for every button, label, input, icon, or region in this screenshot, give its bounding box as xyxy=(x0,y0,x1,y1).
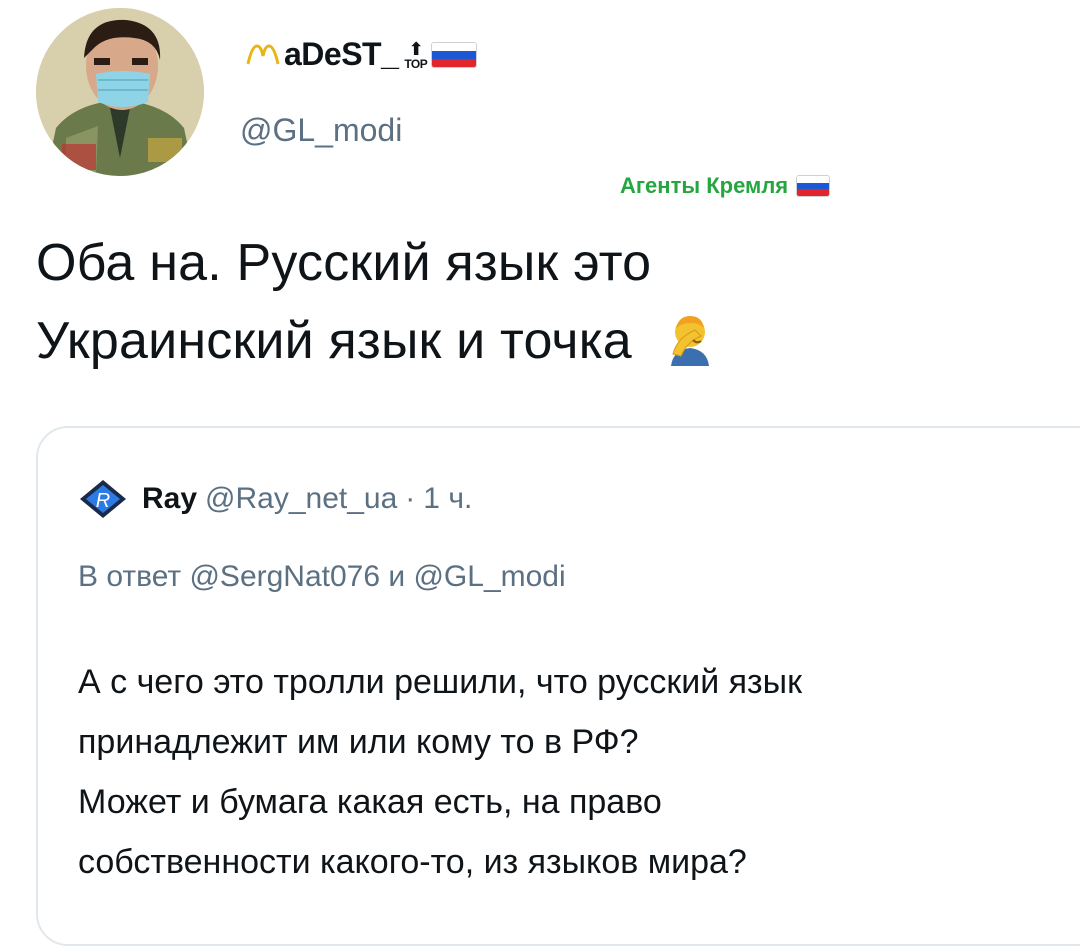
quoted-text-line: принадлежит им или кому то в РФ? xyxy=(78,723,639,761)
quoted-text-line: Может и бумага какая есть, на право xyxy=(78,783,662,821)
quoted-user-handle[interactable]: @Ray_net_ua xyxy=(205,482,397,516)
user-label-text: Агенты Кремля xyxy=(620,173,789,198)
quoted-tweet-header: R Ray @Ray_net_ua · 1 ч. xyxy=(76,478,472,520)
quoted-user-name[interactable]: Ray xyxy=(142,482,197,516)
tweet-text: Оба на. Русский язык это Украинский язык… xyxy=(36,224,715,380)
top-label: ТОР xyxy=(404,56,428,71)
svg-text:R: R xyxy=(96,490,110,512)
top-badge: ⬆ ТОР xyxy=(404,40,427,70)
display-name-text: aDeST_ xyxy=(284,36,399,72)
display-name[interactable]: aDeST_ ⬆ ТОР xyxy=(246,36,478,73)
reply-to-line[interactable]: В ответ @SergNat076 и @GL_modi xyxy=(78,560,566,594)
quoted-text-line: А с чего это тролли решили, что русский … xyxy=(78,663,802,701)
user-handle[interactable]: @GL_modi xyxy=(240,112,402,149)
quoted-text-line: собственности какого-то, из языков мира? xyxy=(78,843,747,881)
facepalm-emoji-icon xyxy=(670,316,709,366)
quoted-tweet-time[interactable]: 1 ч. xyxy=(423,482,472,516)
arrow-up-icon: ⬆ xyxy=(408,38,424,59)
separator-dot: · xyxy=(405,482,416,515)
russia-flag-icon xyxy=(796,175,831,197)
quoted-user-avatar[interactable]: R xyxy=(76,478,130,520)
user-label: Агенты Кремля xyxy=(620,173,831,199)
tweet-text-line: Оба на. Русский язык это xyxy=(36,234,652,292)
quoted-tweet-text: А с чего это тролли решили, что русский … xyxy=(78,652,1078,892)
tweet-text-line-content: Украинский язык и точка xyxy=(36,312,632,370)
profile-avatar[interactable] xyxy=(36,8,204,176)
mcdonalds-m-icon xyxy=(246,43,280,64)
russia-flag-icon xyxy=(431,41,478,68)
tweet-text-line-2: Украинский язык и точка xyxy=(36,302,715,380)
